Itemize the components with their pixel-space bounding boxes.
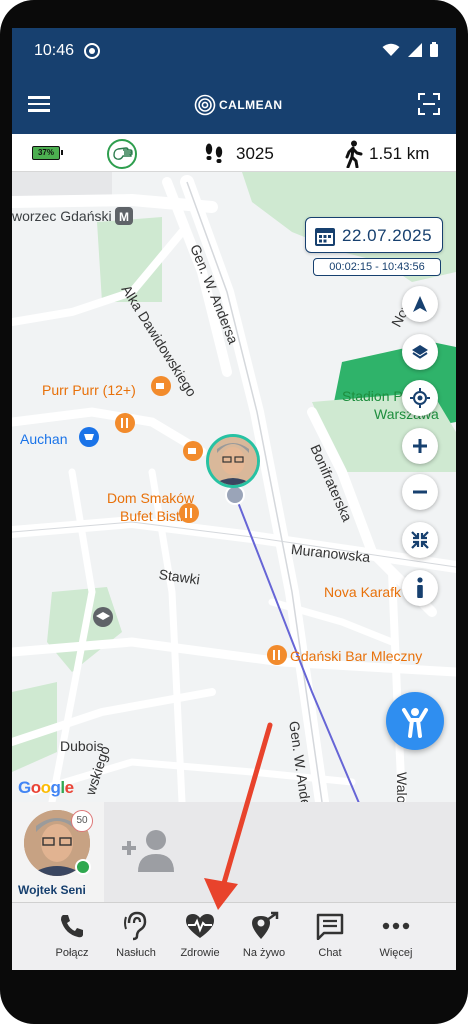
steps-count: 3025 [236, 144, 274, 163]
menu-icon [28, 96, 50, 99]
fit-bounds-button[interactable] [402, 522, 438, 558]
nav-live-label: Na żywo [242, 947, 286, 959]
scan-button[interactable] [418, 93, 440, 115]
bottom-nav: Połącz Nasłuch Zdrowie Na żywo Chat Więc… [12, 902, 456, 970]
contacts-strip: 50 Wojtek Seni [12, 802, 456, 902]
map-label-stadion: Stadion P [342, 388, 403, 404]
stats-bar: 37% 3025 1.51 km [12, 134, 456, 172]
google-logo: Google [18, 778, 74, 797]
nav-more-label: Więcej [379, 947, 413, 959]
nav-health[interactable]: Zdrowie [168, 909, 232, 967]
sos-button[interactable] [386, 692, 444, 750]
app-screen: 10:46 CALMEAN 37% 3025 1.51 km worzec Gd… [12, 28, 456, 970]
battery-status-icon [430, 42, 438, 57]
nav-call[interactable]: Połącz [40, 909, 104, 967]
walking-icon [345, 140, 363, 168]
menu-button[interactable] [28, 93, 52, 117]
plus-icon [413, 439, 427, 453]
add-contact-button[interactable] [120, 828, 178, 881]
phone-frame: 10:46 CALMEAN 37% 3025 1.51 km worzec Gd… [0, 0, 468, 1024]
distance-value: 1.51 km [369, 144, 430, 163]
signal-icon [408, 42, 422, 57]
user-photo [209, 437, 257, 485]
app-logo: CALMEAN [194, 94, 283, 116]
svg-text:M: M [119, 210, 129, 224]
train-station-icon: M [115, 207, 133, 225]
map-label-walo: Walo [394, 772, 410, 802]
navigation-button[interactable] [402, 286, 438, 322]
battery-level: 37% [37, 148, 54, 157]
zoom-out-button[interactable] [402, 474, 438, 510]
cafe-icon [151, 376, 171, 396]
nav-call-label: Połącz [55, 947, 89, 959]
user-location-avatar[interactable] [206, 434, 260, 488]
my-location-button[interactable] [402, 380, 438, 416]
ear-icon [124, 911, 147, 941]
map-label-station: worzec Gdański [12, 208, 112, 224]
nav-chat-label: Chat [318, 947, 342, 959]
heart-pulse-icon [186, 914, 214, 938]
calmean-logo-icon [194, 94, 216, 116]
map-view[interactable]: worzec Gdański Alka Dawidowskiego Gen. W… [12, 172, 456, 802]
restaurant-icon [115, 413, 135, 433]
map-label-auchan: Auchan [20, 431, 68, 447]
nav-listen[interactable]: Nasłuch [104, 909, 168, 967]
contact-card[interactable]: 50 Wojtek Seni [12, 802, 104, 902]
hand-icon[interactable] [107, 139, 137, 169]
online-indicator [75, 859, 91, 875]
minus-icon [413, 490, 427, 494]
map-label-gdanski-bar: Gdański Bar Mleczny [290, 648, 423, 664]
contact-name: Wojtek Seni [18, 883, 86, 897]
map-label-purr: Purr Purr (12+) [42, 382, 136, 398]
nav-health-label: Zdrowie [180, 947, 220, 959]
info-button[interactable] [402, 570, 438, 606]
date-picker[interactable]: 22.07.2025 [305, 217, 443, 253]
scan-icon [418, 93, 440, 115]
nav-live[interactable]: Na żywo [232, 909, 296, 967]
chat-icon [316, 913, 344, 940]
nav-listen-label: Nasłuch [116, 947, 156, 959]
more-icon [382, 922, 410, 930]
logo-text: CALMEAN [219, 98, 283, 112]
status-icons [382, 42, 438, 57]
device-battery-icon: 37% [32, 146, 63, 160]
nav-chat[interactable]: Chat [298, 909, 362, 967]
add-person-icon [122, 830, 174, 872]
cafe-icon-2 [183, 441, 203, 461]
phone-icon [61, 915, 83, 938]
app-bar: CALMEAN [12, 76, 456, 134]
restaurant-icon-3 [267, 645, 287, 665]
contact-age-badge: 50 [71, 810, 93, 832]
school-icon [93, 607, 113, 627]
layers-button[interactable] [402, 334, 438, 370]
status-time: 10:46 [34, 42, 75, 59]
layers-icon [412, 345, 428, 359]
navigation-arrow-icon [413, 296, 427, 312]
calendar-icon [315, 228, 335, 246]
collapse-icon [411, 531, 429, 549]
shop-icon [79, 427, 99, 447]
person-arms-up-icon [402, 708, 428, 738]
map-label-nova: Nova Karafk [324, 584, 402, 600]
restaurant-icon-2 [179, 503, 199, 523]
my-location-icon [410, 388, 430, 408]
info-icon [417, 577, 423, 598]
status-bar: 10:46 [12, 28, 456, 76]
recording-icon [84, 43, 100, 59]
date-value: 22.07.2025 [342, 226, 433, 245]
zoom-in-button[interactable] [402, 428, 438, 464]
time-range[interactable]: 00:02:15 - 10:43:56 [313, 258, 441, 276]
live-location-icon [252, 911, 279, 939]
nav-more[interactable]: Więcej [364, 909, 428, 967]
footsteps-icon [205, 143, 223, 163]
wifi-icon [382, 43, 400, 56]
